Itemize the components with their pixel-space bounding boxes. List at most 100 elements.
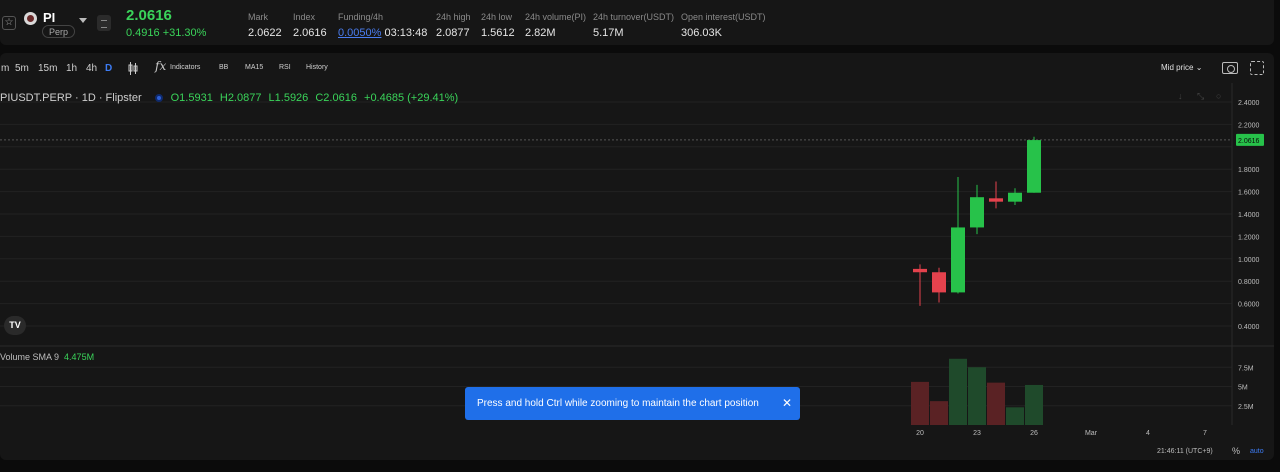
candle-body — [951, 227, 965, 293]
price-tick-label: 2.2000 — [1238, 122, 1260, 129]
legend-change: +0.4685 (+29.41%) — [364, 92, 459, 104]
stat-label: Index — [293, 12, 316, 22]
stat-label: 24h turnover(USDT) — [593, 12, 675, 22]
contract-badge: Perp — [42, 25, 76, 38]
price-tick-label: 1.2000 — [1238, 234, 1260, 241]
stat-index: Index 2.0616 — [293, 12, 327, 39]
status-dot-icon — [154, 94, 163, 102]
stat-value: 2.82M — [525, 27, 556, 39]
timeframe-15m[interactable]: 15m — [38, 63, 57, 74]
indicators-icon[interactable]: fx — [155, 59, 166, 73]
stat-value: 2.0622 — [248, 27, 282, 39]
volume-legend-value: 4.475M — [64, 352, 95, 362]
document-icon[interactable] — [97, 15, 111, 31]
percent-toggle[interactable]: % — [1232, 446, 1240, 456]
volume-bar — [1025, 384, 1043, 425]
candle-type-icon[interactable] — [128, 62, 138, 75]
volume-bar — [930, 401, 948, 425]
candle-body — [1008, 192, 1022, 202]
stat-label: Funding/4h — [338, 12, 384, 22]
stat-label: 24h volume(PI) — [525, 12, 587, 22]
toast-message: Press and hold Ctrl while zooming to mai… — [477, 398, 759, 409]
current-price-label: 2.0616 — [1238, 138, 1260, 145]
bb-button[interactable]: BB — [219, 64, 228, 71]
candle-body — [989, 198, 1003, 202]
stat-24h-high: 24h high 2.0877 — [436, 12, 471, 39]
ohlc-legend: PIUSDT.PERP · 1D · Flipster O1.5931 H2.08… — [0, 92, 462, 104]
volume-legend-label: Volume SMA 9 — [0, 352, 60, 362]
rsi-button[interactable]: RSI — [279, 64, 291, 71]
auto-scale-toggle[interactable]: auto — [1250, 448, 1264, 455]
time-tick-label: 7 — [1203, 430, 1207, 437]
timeframe-1m[interactable]: m — [1, 63, 9, 74]
stat-label: 24h low — [481, 12, 513, 22]
timeframe-5m[interactable]: 5m — [15, 63, 29, 74]
time-tick-label: 26 — [1030, 430, 1038, 437]
legend-open: O1.5931 — [170, 92, 213, 104]
legend-symbol: PIUSDT.PERP · 1D · Flipster — [0, 92, 142, 104]
chevron-down-icon: ⌄ — [1195, 63, 1203, 72]
history-button[interactable]: History — [306, 64, 328, 71]
ma15-button[interactable]: MA15 — [245, 64, 263, 71]
price-tick-label: 0.4000 — [1238, 324, 1260, 331]
price-tick-label: 0.6000 — [1238, 302, 1260, 309]
collapse-icon: ⤡ — [1197, 91, 1204, 101]
stat-value: 5.17M — [593, 27, 624, 39]
funding-countdown: 03:13:48 — [384, 27, 428, 39]
volume-bar — [968, 367, 986, 425]
volume-bar — [987, 382, 1005, 425]
stat-mark: Mark 2.0622 — [248, 12, 282, 39]
stat-value: 2.0877 — [436, 27, 470, 39]
chevron-down-icon[interactable] — [79, 18, 87, 23]
chart-status-bar: 21:46:11 (UTC+9) % auto — [0, 444, 1274, 460]
candle-body — [932, 272, 946, 293]
close-icon[interactable]: ✕ — [780, 387, 794, 420]
price-mode-label: Mid price — [1161, 63, 1194, 72]
stat-label: 24h high — [436, 12, 471, 22]
legend-close: C2.0616 — [315, 92, 357, 104]
time-tick-label: Mar — [1085, 430, 1098, 437]
star-icon[interactable]: ☆ — [2, 16, 16, 30]
stat-label: Mark — [248, 12, 268, 22]
stat-value: 2.0616 — [293, 27, 327, 39]
legend-high: H2.0877 — [219, 92, 262, 104]
volume-bar — [911, 381, 929, 425]
time-tick-label: 4 — [1146, 430, 1150, 437]
stat-value: 1.5612 — [481, 27, 515, 39]
zoom-hint-toast: Press and hold Ctrl while zooming to mai… — [465, 387, 800, 420]
funding-rate-link[interactable]: 0.0050% — [338, 27, 381, 39]
settings-icon: ○ — [1216, 91, 1221, 101]
price-tick-label: 1.8000 — [1238, 167, 1260, 174]
volume-tick-label: 5M — [1238, 385, 1248, 392]
volume-tick-label: 2.5M — [1238, 404, 1254, 411]
tradingview-logo[interactable]: TV — [4, 316, 26, 335]
indicators-button[interactable]: Indicators — [170, 64, 200, 71]
stat-value: 0.0050% 03:13:48 — [338, 27, 427, 39]
chart-toolbar: m 5m 15m 1h 4h D fx Indicators BB MA15 R… — [0, 53, 1274, 83]
price-mode-dropdown[interactable]: Mid price ⌄ — [1161, 63, 1202, 72]
stat-value: 306.03K — [681, 27, 722, 39]
volume-bar — [1006, 407, 1024, 425]
stat-24h-low: 24h low 1.5612 — [481, 12, 515, 39]
camera-icon[interactable] — [1222, 62, 1238, 74]
timeframe-1d[interactable]: D — [105, 63, 112, 74]
volume-tick-label: 7.5M — [1238, 365, 1254, 372]
price-tick-label: 0.8000 — [1238, 279, 1260, 286]
clock-readout[interactable]: 21:46:11 (UTC+9) — [1157, 448, 1213, 455]
pi-coin-icon — [24, 12, 37, 25]
volume-legend: Volume SMA 9 4.475M — [0, 352, 94, 362]
price-tick-label: 1.4000 — [1238, 212, 1260, 219]
price-tick-label: 1.6000 — [1238, 190, 1260, 197]
stat-24h-volume: 24h volume(PI) 2.82M — [525, 12, 586, 39]
ticker-bar: ☆ PI Perp 2.0616 0.4916 +31.30% Mark 2.0… — [0, 0, 1274, 45]
timeframe-1h[interactable]: 1h — [66, 63, 77, 74]
symbol-name[interactable]: PI — [43, 10, 55, 25]
fullscreen-icon[interactable] — [1250, 61, 1264, 75]
chart-panel: 2.4000 2.2000 2.0616 1.8000 1.6000 1.4000 1.20… — [0, 53, 1274, 460]
timeframe-4h[interactable]: 4h — [86, 63, 97, 74]
stat-24h-turnover: 24h turnover(USDT) 5.17M — [593, 12, 674, 39]
price-tick-label: 2.4000 — [1238, 100, 1260, 107]
candle-body — [913, 268, 927, 273]
arrow-down-icon: ↓ — [1178, 91, 1183, 101]
candle-body — [970, 197, 984, 228]
